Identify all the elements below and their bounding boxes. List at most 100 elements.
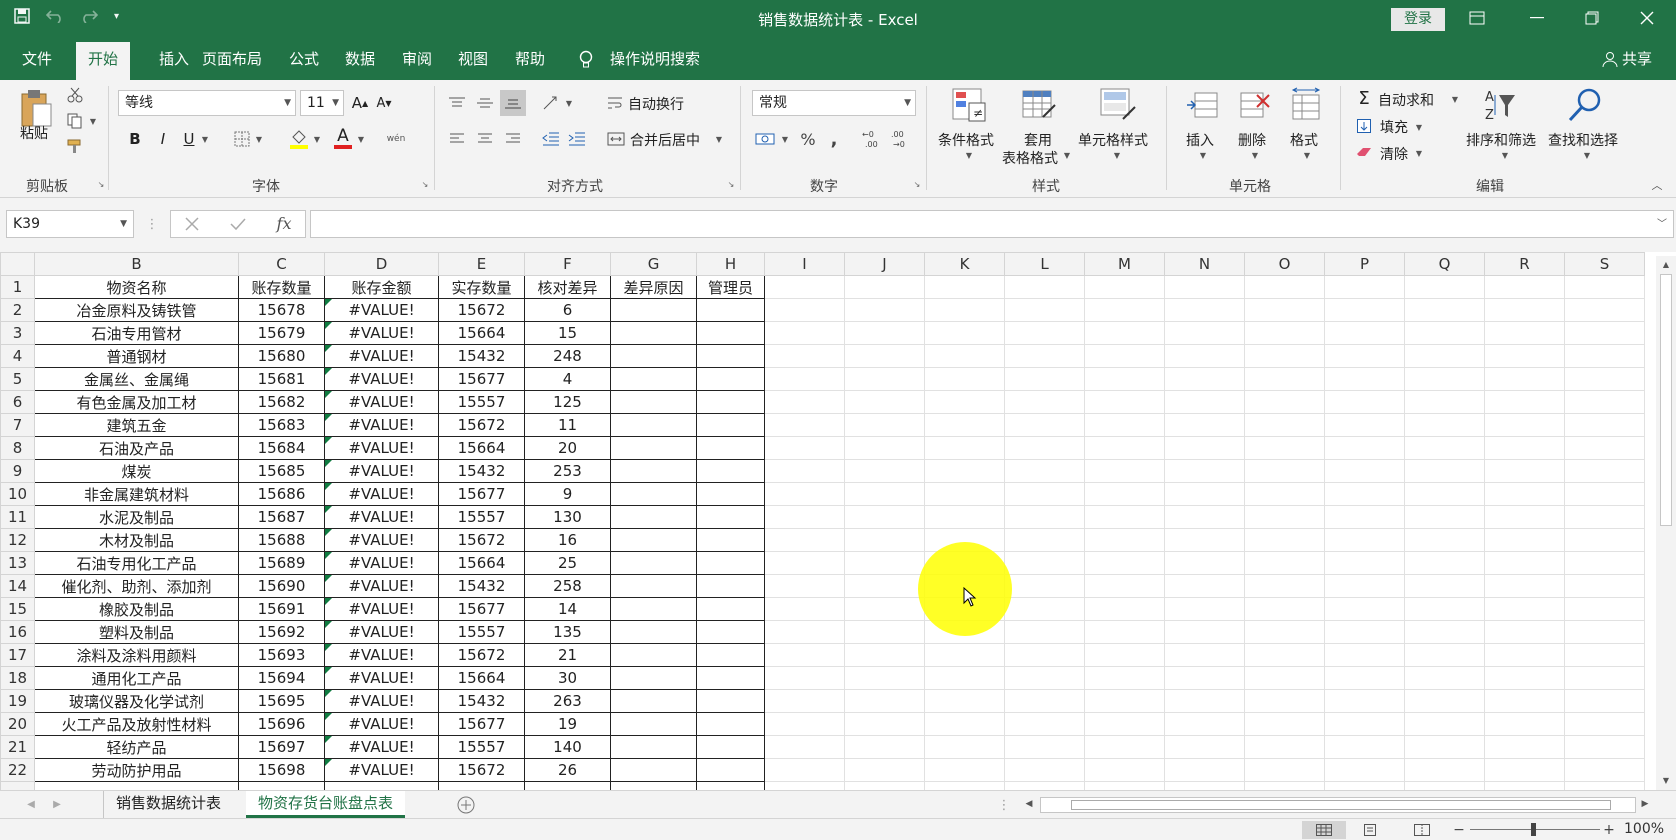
row-header[interactable]: 7 [0,413,35,437]
fill-button[interactable]: 填充 [1380,117,1408,137]
scroll-left-icon[interactable]: ◀ [1022,797,1036,811]
empty-cell[interactable] [1324,482,1405,506]
minimize-icon[interactable] [1527,8,1547,28]
autosum-icon[interactable]: Σ [1356,88,1372,109]
empty-cell[interactable] [1484,275,1565,299]
table-header-cell[interactable]: 物资名称 [34,275,239,299]
empty-cell[interactable] [1484,597,1565,621]
decrease-indent-icon[interactable] [540,128,562,150]
book-amount-cell[interactable]: #VALUE! [324,321,439,345]
underline-dropdown-icon[interactable]: ▼ [200,132,210,146]
empty-cell[interactable] [1564,275,1645,299]
book-amount-cell[interactable]: #VALUE! [324,620,439,644]
empty-cell[interactable] [1004,321,1085,345]
chevron-down-icon[interactable]: ▼ [964,150,974,160]
borders-icon[interactable] [232,128,252,150]
empty-cell[interactable] [844,643,925,667]
empty-cell[interactable] [1564,551,1645,575]
book-qty-cell[interactable]: 15686 [238,482,325,506]
book-amount-cell[interactable]: #VALUE! [324,643,439,667]
tab-data[interactable]: 数据 [333,38,387,80]
row-header[interactable]: 14 [0,574,35,598]
align-top-icon[interactable] [446,92,468,114]
actual-qty-cell[interactable]: 15672 [438,413,525,437]
material-name-cell[interactable]: 普通钢材 [34,344,239,368]
empty-cell[interactable] [1244,275,1325,299]
partial-cell[interactable] [610,781,697,790]
sort-filter-button[interactable]: 排序和筛选 [1466,130,1536,150]
empty-cell[interactable] [1004,344,1085,368]
table-header-cell[interactable]: 账存金额 [324,275,439,299]
empty-cell[interactable] [764,298,845,322]
difference-reason-cell[interactable] [610,574,697,598]
empty-cell[interactable] [1164,551,1245,575]
zoom-slider-thumb[interactable] [1531,823,1536,836]
column-header-c[interactable]: C [238,252,325,276]
difference-reason-cell[interactable] [610,436,697,460]
zoom-level[interactable]: 100% [1624,821,1664,837]
empty-cell[interactable] [764,689,845,713]
actual-qty-cell[interactable]: 15664 [438,436,525,460]
manager-cell[interactable] [696,643,765,667]
manager-cell[interactable] [696,666,765,690]
empty-cell[interactable] [1164,298,1245,322]
delete-cells-button[interactable]: 删除 [1238,130,1266,150]
empty-cell[interactable] [764,275,845,299]
empty-cell[interactable] [1244,459,1325,483]
manager-cell[interactable] [696,758,765,782]
empty-cell[interactable] [1564,459,1645,483]
partial-cell[interactable] [324,781,439,790]
empty-cell[interactable] [1004,666,1085,690]
empty-cell[interactable] [764,712,845,736]
empty-cell[interactable] [924,298,1005,322]
empty-cell[interactable] [1164,666,1245,690]
tab-review[interactable]: 审阅 [390,38,444,80]
empty-cell[interactable] [1404,735,1485,759]
difference-reason-cell[interactable] [610,390,697,414]
manager-cell[interactable] [696,597,765,621]
empty-cell[interactable] [1004,459,1085,483]
empty-cell[interactable] [1164,482,1245,506]
empty-cell[interactable] [1164,758,1245,782]
empty-cell[interactable] [1084,344,1165,368]
empty-cell[interactable] [1404,275,1485,299]
empty-cell[interactable] [924,390,1005,414]
actual-qty-cell[interactable]: 15432 [438,344,525,368]
material-name-cell[interactable]: 催化剂、助剂、添加剂 [34,574,239,598]
empty-cell[interactable] [1164,436,1245,460]
partial-cell[interactable] [238,781,325,790]
difference-cell[interactable]: 6 [524,298,611,322]
difference-cell[interactable]: 30 [524,666,611,690]
difference-reason-cell[interactable] [610,459,697,483]
material-name-cell[interactable]: 煤炭 [34,459,239,483]
empty-cell[interactable] [1564,735,1645,759]
row-header[interactable]: 18 [0,666,35,690]
book-qty-cell[interactable]: 15687 [238,505,325,529]
empty-cell[interactable] [1484,505,1565,529]
comma-button[interactable]: , [826,128,842,150]
column-header-l[interactable]: L [1004,252,1085,276]
format-painter-icon[interactable] [66,137,84,155]
material-name-cell[interactable]: 石油专用化工产品 [34,551,239,575]
empty-cell[interactable] [1164,597,1245,621]
normal-view-icon[interactable] [1302,821,1346,839]
empty-cell[interactable] [1004,735,1085,759]
difference-reason-cell[interactable] [610,344,697,368]
empty-cell[interactable] [1244,781,1325,790]
empty-cell[interactable] [844,781,925,790]
empty-cell[interactable] [1164,574,1245,598]
empty-cell[interactable] [1564,321,1645,345]
scroll-thumb[interactable] [1660,274,1672,526]
column-header-b[interactable]: B [34,252,239,276]
zoom-out-icon[interactable]: − [1452,821,1466,839]
column-header-p[interactable]: P [1324,252,1405,276]
tab-help[interactable]: 帮助 [503,38,557,80]
difference-reason-cell[interactable] [610,413,697,437]
empty-cell[interactable] [1404,459,1485,483]
percent-button[interactable]: % [798,128,818,150]
empty-cell[interactable] [1164,459,1245,483]
empty-cell[interactable] [844,597,925,621]
empty-cell[interactable] [924,436,1005,460]
table-header-cell[interactable]: 差异原因 [610,275,697,299]
empty-cell[interactable] [844,758,925,782]
